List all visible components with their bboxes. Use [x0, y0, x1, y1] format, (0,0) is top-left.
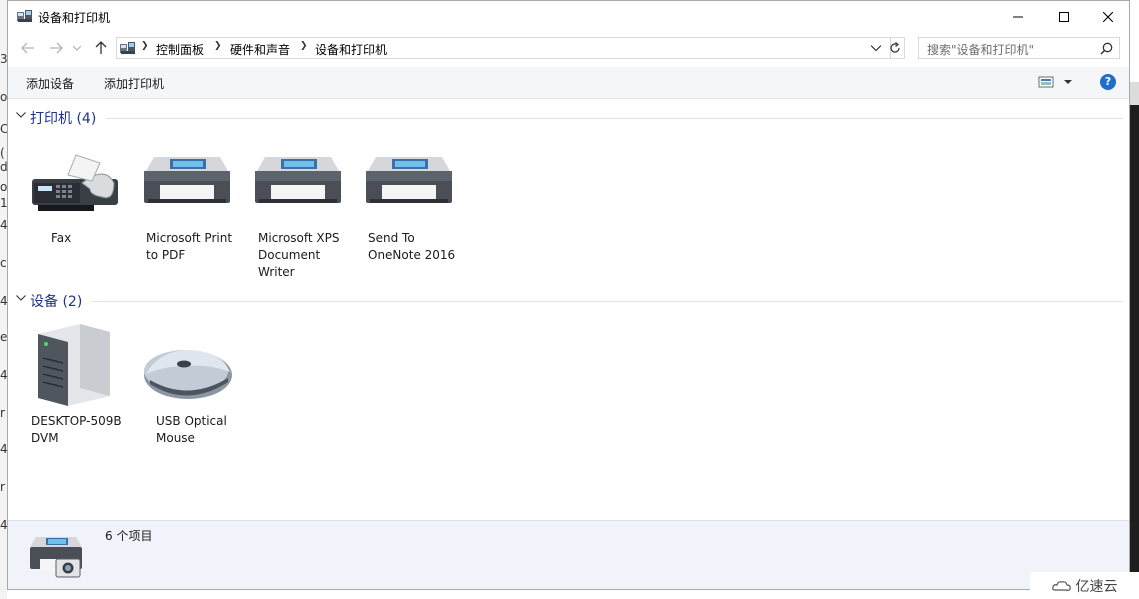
- control-panel-icon: [120, 42, 135, 54]
- chevron-down-icon: [73, 45, 81, 51]
- close-icon: [1103, 11, 1113, 22]
- watermark-text: 亿速云: [1075, 578, 1118, 595]
- bg-char: d: [0, 160, 7, 174]
- devices-printers-large-icon: [30, 537, 82, 578]
- close-button[interactable]: [1085, 1, 1129, 32]
- minimize-button[interactable]: [995, 1, 1041, 32]
- maximize-button[interactable]: [1041, 1, 1087, 32]
- recent-locations-button[interactable]: [72, 40, 82, 56]
- chevron-down-icon[interactable]: [16, 295, 26, 302]
- bg-char: (: [0, 146, 5, 160]
- bg-char: r: [0, 480, 5, 494]
- bg-char: 4: [0, 518, 7, 532]
- device-label: USB Optical Mouse: [156, 414, 227, 445]
- breadcrumb-separator-icon[interactable]: ❯: [300, 41, 308, 51]
- breadcrumb-separator-icon[interactable]: ❯: [214, 41, 222, 51]
- device-item-xps-writer[interactable]: Microsoft XPS Document Writer: [251, 153, 351, 281]
- bg-char: 1: [0, 196, 7, 210]
- device-label: Microsoft Print to PDF: [146, 231, 233, 262]
- breadcrumb-control-panel[interactable]: 控制面板: [156, 41, 204, 58]
- search-box[interactable]: 搜索"设备和打印机": [918, 37, 1120, 59]
- bg-char: 3: [0, 52, 7, 66]
- fax-icon: [32, 154, 118, 211]
- maximize-icon: [1059, 11, 1069, 22]
- bg-char: e: [0, 330, 7, 344]
- help-button[interactable]: ?: [1100, 74, 1116, 90]
- printer-icon: [255, 157, 341, 203]
- device-label: DESKTOP-509B DVM: [31, 414, 122, 445]
- device-item-print-to-pdf[interactable]: Microsoft Print to PDF: [140, 153, 240, 263]
- command-bar: 添加设备 添加打印机 ?: [8, 67, 1129, 99]
- group-divider: [106, 118, 1123, 119]
- bg-char: 4: [0, 294, 7, 308]
- forward-button[interactable]: [48, 40, 64, 56]
- up-button[interactable]: [93, 40, 109, 56]
- background-window-right-edge: [1130, 0, 1139, 599]
- search-icon[interactable]: [1100, 42, 1113, 55]
- bg-char: C: [0, 122, 7, 136]
- help-icon: ?: [1104, 75, 1112, 88]
- device-item-send-to-onenote[interactable]: Send To OneNote 2016: [362, 153, 462, 263]
- window-title: 设备和打印机: [38, 11, 111, 25]
- breadcrumb-hardware-sound[interactable]: 硬件和声音: [230, 41, 290, 58]
- group-title-devices: 设备 (2): [30, 294, 83, 310]
- printer-icon: [144, 157, 230, 203]
- bg-char: r: [0, 406, 5, 420]
- bg-char: o: [0, 180, 7, 194]
- printer-icon: [366, 157, 452, 203]
- refresh-button[interactable]: [885, 37, 905, 59]
- chevron-down-icon: [871, 45, 881, 51]
- computer-icon: [38, 324, 110, 406]
- bg-scroll-button: [1130, 82, 1139, 105]
- search-placeholder[interactable]: 搜索"设备和打印机": [927, 41, 1034, 58]
- devices-and-printers-window: 设备和打印机 ❯ 控制面板 ❯ 硬件和声音 ❯ 设备和打印机 搜索"设备和打印机…: [7, 0, 1130, 590]
- change-view-button[interactable]: [1038, 74, 1072, 90]
- breadcrumb-devices-printers[interactable]: 设备和打印机: [315, 41, 387, 58]
- chevron-down-icon[interactable]: [16, 112, 26, 119]
- details-pane: 6 个项目: [8, 520, 1129, 589]
- bg-char: c: [0, 256, 7, 270]
- items-view: 打印机 (4) Fax Microsoft Print to PDF Micro…: [8, 99, 1129, 520]
- refresh-icon: [889, 42, 900, 53]
- title-bar: 设备和打印机: [8, 1, 1129, 32]
- background-window-edge: 3 o C ( d o 1 4 c 4 e 4 r 4 r 4: [0, 0, 7, 599]
- devices-printers-app-icon: [17, 10, 32, 22]
- group-divider: [91, 301, 1123, 302]
- device-item-mouse[interactable]: USB Optical Mouse: [140, 322, 240, 450]
- back-arrow-icon: [21, 42, 34, 54]
- watermark-logo: 亿速云: [1030, 572, 1139, 599]
- device-label: Microsoft XPS Document Writer: [258, 231, 340, 279]
- device-item-fax[interactable]: Fax: [30, 153, 130, 253]
- address-history-button[interactable]: [868, 38, 884, 58]
- add-printer-button[interactable]: 添加打印机: [104, 75, 164, 92]
- device-item-desktop[interactable]: DESKTOP-509B DVM: [30, 322, 130, 450]
- address-bar[interactable]: ❯ 控制面板 ❯ 硬件和声音 ❯ 设备和打印机: [116, 37, 891, 59]
- item-count: 6 个项目: [105, 529, 153, 543]
- breadcrumb-separator-icon[interactable]: ❯: [141, 41, 149, 51]
- bg-char: 4: [0, 218, 7, 232]
- minimize-icon: [1013, 16, 1023, 17]
- device-label: Fax: [51, 231, 72, 245]
- navigation-bar: ❯ 控制面板 ❯ 硬件和声音 ❯ 设备和打印机 搜索"设备和打印机": [8, 34, 1129, 63]
- cloud-icon: [1051, 580, 1071, 591]
- bg-char: 4: [0, 442, 7, 456]
- up-arrow-icon: [95, 41, 107, 54]
- add-device-button[interactable]: 添加设备: [26, 75, 74, 92]
- device-label: Send To OneNote 2016: [368, 231, 456, 262]
- bg-dark-panel: [1130, 105, 1139, 599]
- bg-char: o: [0, 90, 7, 104]
- view-icon: [1038, 76, 1072, 88]
- mouse-icon: [144, 350, 232, 399]
- back-button[interactable]: [20, 40, 36, 56]
- group-title-printers: 打印机 (4): [30, 111, 97, 127]
- bg-char: 4: [0, 368, 7, 382]
- forward-arrow-icon: [50, 42, 63, 54]
